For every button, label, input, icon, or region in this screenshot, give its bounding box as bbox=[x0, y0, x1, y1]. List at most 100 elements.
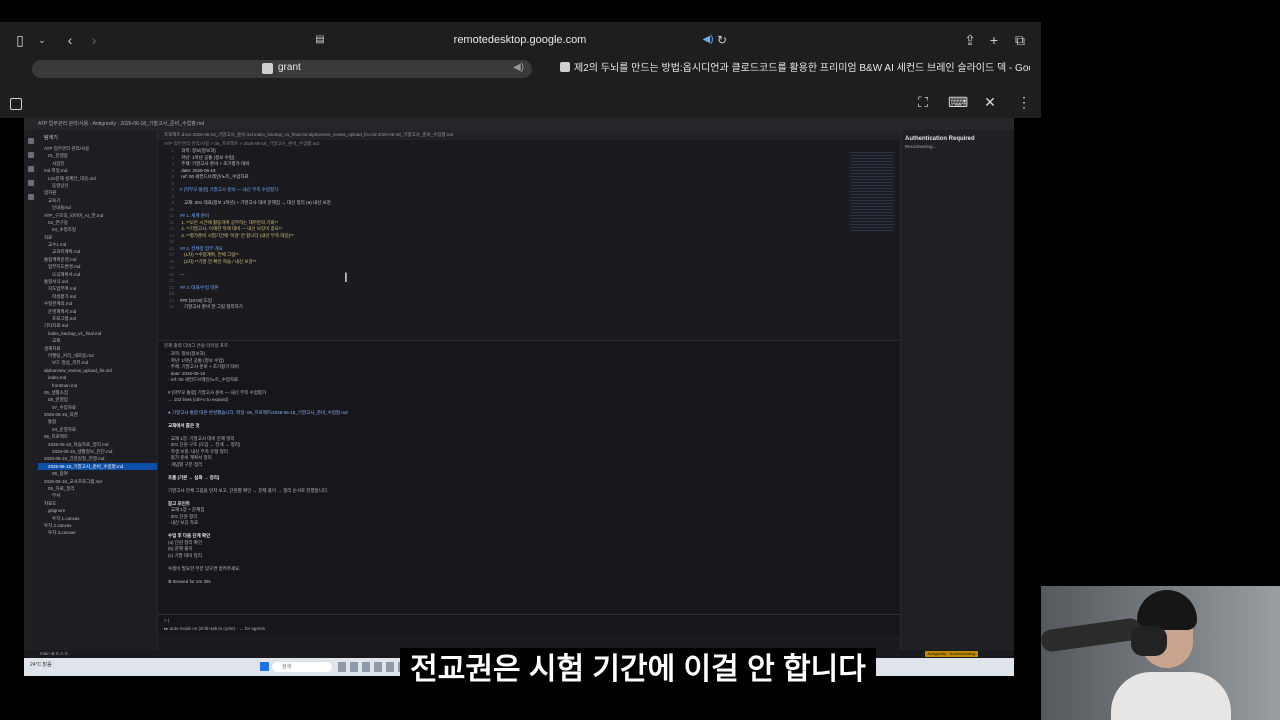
code-text: 1. **모든 시간에 활동하며 공부하는 대부분의 기회** bbox=[180, 219, 279, 225]
fullscreen-icon[interactable]: ⛶ bbox=[914, 94, 932, 110]
code-text: 2. **기말고사, 이해한 뒤에 대비 — 내신 보강이 중요** bbox=[180, 226, 283, 231]
sidebar-toggle-icon[interactable]: ▯ bbox=[12, 32, 28, 48]
file-tree-item[interactable]: ATP_구조의_되어어_AI_연.md bbox=[38, 212, 157, 219]
keyboard-icon[interactable]: ⌨ bbox=[948, 94, 968, 110]
file-tree-item[interactable]: 05_생활소집 bbox=[38, 389, 157, 396]
status-badge[interactable]: Antigravity · Authenticating bbox=[924, 651, 978, 657]
file-tree-item[interactable]: 수정관계의.md bbox=[38, 300, 157, 307]
file-tree-item[interactable]: 자료 bbox=[38, 234, 157, 241]
code-text: ## 1. 세계 준비 bbox=[180, 213, 210, 218]
back-icon[interactable]: ‹ bbox=[62, 32, 78, 48]
file-tree-item[interactable]: 06_프로젝트 bbox=[38, 433, 157, 440]
address-bar[interactable]: remotedesktop.google.com bbox=[300, 30, 740, 50]
file-tree-item[interactable]: 투자 2.canvas bbox=[38, 522, 157, 529]
file-tree-item[interactable]: 04_수정조정 bbox=[38, 226, 157, 233]
prompt-input[interactable]: > | bbox=[164, 618, 894, 623]
file-tree-item[interactable]: 08_반영업 bbox=[38, 396, 157, 403]
file-tree-item[interactable]: 01_진행중 bbox=[38, 152, 157, 159]
file-tree-item[interactable]: 2026-06-18_학습자료_정리.md bbox=[38, 441, 157, 448]
code-text: · (2차) **기말 전 확인 학습 / 내신 보강** bbox=[180, 258, 257, 264]
disconnect-icon[interactable]: ✕ bbox=[981, 94, 999, 110]
code-editor[interactable]: 프로젝트.docx 2026-06-18_기말고사_준비.md index_ba… bbox=[158, 130, 900, 340]
debug-icon[interactable] bbox=[28, 180, 34, 186]
chevron-down-icon[interactable]: ⌄ bbox=[34, 32, 50, 48]
file-tree-item[interactable]: gitignore bbox=[38, 507, 157, 514]
new-tab-icon[interactable]: + bbox=[986, 32, 1002, 48]
file-tree-item[interactable]: ATP 업무관리 관리/사용 bbox=[38, 145, 157, 152]
file-tree-item[interactable]: 2026-06-16_교사프로그램.md bbox=[38, 478, 157, 485]
file-tree-item[interactable]: 2026-06-18_생활정보_진단.md bbox=[38, 448, 157, 455]
tab-grant[interactable]: grant ◀) bbox=[32, 60, 532, 78]
weather-widget[interactable]: 24°C 맑음 bbox=[30, 661, 52, 668]
editor-tabs[interactable]: 프로젝트.docx 2026-06-18_기말고사_준비.md index_ba… bbox=[158, 130, 900, 140]
file-tree-item[interactable]: 교재 bbox=[38, 337, 157, 344]
file-tree-item[interactable]: 사업진 bbox=[38, 160, 157, 167]
file-tree-item[interactable]: index_backup_v1_final.md bbox=[38, 330, 157, 337]
tab-google-slides[interactable]: 제2의 두뇌를 만드는 방법:옵시디언과 클로드코드를 활용한 프리미엄 B&W… bbox=[560, 60, 1030, 78]
windows-start-icon[interactable] bbox=[260, 662, 269, 671]
tab-overview-icon[interactable]: ⧉ bbox=[1012, 32, 1028, 48]
code-text: --- bbox=[180, 271, 185, 277]
file-tree-item[interactable]: 09_참여 bbox=[38, 470, 157, 477]
forward-icon[interactable]: › bbox=[86, 32, 102, 48]
extensions-icon[interactable] bbox=[28, 194, 34, 200]
breadcrumb: ATP 업무관리 관리/사용 > 06_프로젝트 > 2026-06-18_기말… bbox=[164, 141, 319, 146]
file-tree-item[interactable]: 05_자료_정리 bbox=[38, 485, 157, 492]
source-control-icon[interactable] bbox=[28, 166, 34, 172]
file-tree-item[interactable]: 부서 bbox=[38, 492, 157, 499]
file-tree-item[interactable]: 투자 1.canvas bbox=[38, 515, 157, 522]
file-tree-item[interactable]: 자료도 bbox=[38, 500, 157, 507]
file-tree-item[interactable]: 업자원 bbox=[38, 189, 157, 196]
file-tree-item[interactable]: Ltrs문해 설계안_대응.md bbox=[38, 175, 157, 182]
file-tree-item[interactable]: frontman.md bbox=[38, 382, 157, 389]
file-tree-item[interactable]: 교수1.md bbox=[38, 241, 157, 248]
terminal-prompt[interactable]: > | ▸▸ auto mode on (shift+tab to cycle)… bbox=[158, 614, 900, 636]
file-tree-item[interactable]: 2026-06-19_건강일정_진행.md bbox=[38, 455, 157, 462]
code-line[interactable]: 25 · 기말고사 준비 한 그림 정리하기 bbox=[158, 304, 900, 311]
more-icon[interactable]: ⋮ bbox=[1015, 94, 1033, 110]
terminal-output: · 과목: 정보(정보과) · 학년: 1학년 공통 (정보 수업) · 주제:… bbox=[158, 351, 900, 585]
file-tree-item[interactable]: 동영상선 bbox=[38, 182, 157, 189]
file-tree-item[interactable]: 04_운영자료 bbox=[38, 426, 157, 433]
file-tree-item[interactable]: 투자 3.canvas bbox=[38, 529, 157, 536]
remote-desktop-screen[interactable]: ATP 업무관리 관리/사용 · Antigravity · 2026-06-1… bbox=[24, 118, 1014, 676]
file-tree-item[interactable]: 2026-06-16_의견 bbox=[38, 411, 157, 418]
file-tree-item[interactable]: 통합 bbox=[38, 418, 157, 425]
file-tree-item[interactable]: 통합계획운영.md bbox=[38, 256, 157, 263]
search-icon[interactable] bbox=[28, 152, 34, 158]
speaker-icon[interactable]: ◀) bbox=[513, 62, 524, 73]
status-left[interactable]: main ⊗ 0 ⚠ 0 bbox=[40, 651, 68, 656]
file-tree-item[interactable]: 인내들md bbox=[38, 204, 157, 211]
file-tree-item[interactable]: 07_수업자료 bbox=[38, 404, 157, 411]
file-tree-item[interactable]: 2026-06-18_기말고사_준비_수업평.md bbox=[38, 462, 157, 471]
file-tree-item[interactable]: 업무지도변경.md bbox=[38, 263, 157, 270]
file-tree-item[interactable]: index.md bbox=[38, 374, 157, 381]
files-icon[interactable] bbox=[28, 138, 34, 144]
file-tree-item[interactable]: 마켓팅_커리_새로움.md bbox=[38, 352, 157, 359]
auth-status: Reconnecting... bbox=[905, 144, 937, 149]
file-tree-item[interactable]: 학생평가.md bbox=[38, 293, 157, 300]
file-tree-item[interactable]: md 파일.md bbox=[38, 167, 157, 174]
code-text: · (1차) **수업계획, 전체 그림** bbox=[180, 252, 239, 257]
file-tree-item[interactable]: alpharview_review_upload_fin.md bbox=[38, 367, 157, 374]
file-tree-item[interactable]: 오곡계획서.md bbox=[38, 271, 157, 278]
file-tree-item[interactable]: 교육기 bbox=[38, 197, 157, 204]
file-tree-item[interactable]: 운영계획서.md bbox=[38, 308, 157, 315]
file-tree-item[interactable]: 기타자료.md bbox=[38, 322, 157, 329]
file-tree-item[interactable]: 03_연구용 bbox=[38, 219, 157, 226]
file-tree-item[interactable]: 지도업부여.md bbox=[38, 285, 157, 292]
minimap[interactable] bbox=[850, 152, 894, 232]
terminal-panel[interactable]: 문제 출력 디버그 콘솔 터미널 포트 · 과목: 정보(정보과) · 학년: … bbox=[158, 340, 900, 636]
file-tree-item[interactable]: 설계자료 bbox=[38, 345, 157, 352]
file-tree-item[interactable]: 보드 정섬_리뷰.md bbox=[38, 359, 157, 366]
file-tree-item[interactable]: 프로그램.md bbox=[38, 315, 157, 322]
terminal-tabs[interactable]: 문제 출력 디버그 콘솔 터미널 포트 bbox=[158, 341, 900, 351]
reload-icon[interactable]: ↻ bbox=[714, 32, 730, 48]
taskbar-search[interactable]: 검색 bbox=[272, 662, 332, 672]
screen: ▯ ⌄ ‹ › ▤ remotedesktop.google.com ◀) ↻ … bbox=[0, 0, 1280, 720]
line-number: 25 bbox=[168, 304, 174, 309]
share-icon[interactable]: ⇪ bbox=[962, 32, 978, 48]
code-area[interactable]: 1 과목: 정보(정보과) 2 학년: 1학년 공통 (정보 수업) 3 주제: 기… bbox=[158, 148, 900, 311]
file-tree-item[interactable]: 통합서식.md bbox=[38, 278, 157, 285]
file-tree-item[interactable]: 교과목계획.md bbox=[38, 248, 157, 255]
